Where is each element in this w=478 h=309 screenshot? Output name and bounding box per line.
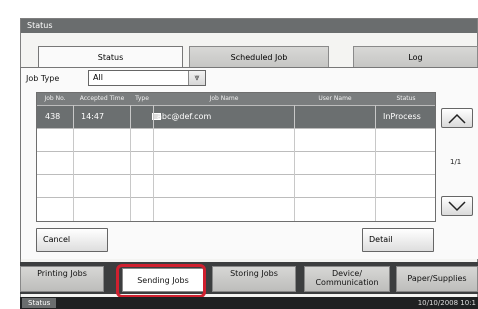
page-indicator: 1/1 (450, 158, 462, 166)
column-divider (294, 105, 295, 221)
date-time: 10/10/2008 10:1 (417, 299, 476, 307)
selection-highlight (116, 264, 206, 298)
job-type-value: All (93, 73, 103, 82)
scroll-up-button[interactable] (441, 108, 473, 128)
chevron-up-icon (448, 113, 466, 124)
detail-button[interactable]: Detail (362, 228, 434, 252)
table-header: Job No. Accepted Time Type Job Name User… (37, 93, 435, 105)
column-header-type: Type (135, 95, 149, 102)
tab-printing-jobs-label: Printing Jobs (37, 269, 87, 278)
scroll-down-button[interactable] (441, 196, 473, 216)
tab-strip: Status Scheduled Job Log (38, 46, 478, 68)
job-type-label: Job Type (26, 74, 60, 83)
column-divider (375, 105, 376, 221)
window-title: Status (21, 19, 477, 33)
job-type-select[interactable]: All ⩔ (88, 70, 206, 86)
tab-paper-supplies[interactable]: Paper/Supplies (396, 266, 478, 292)
cell-job-name: abc@def.com (157, 112, 212, 121)
tab-log[interactable]: Log (353, 46, 478, 68)
column-header-user-name: User Name (318, 95, 352, 102)
cancel-button[interactable]: Cancel (36, 228, 108, 252)
tab-paper-supplies-label: Paper/Supplies (407, 274, 467, 283)
job-table: Job No. Accepted Time Type Job Name User… (36, 92, 436, 222)
tab-device-label-line1: Device/ (331, 269, 363, 278)
tab-scheduled-job[interactable]: Scheduled Job (189, 46, 329, 68)
column-divider (73, 105, 74, 221)
column-header-status: Status (396, 95, 416, 102)
tab-storing-jobs[interactable]: Storing Jobs (212, 266, 296, 292)
column-header-job-no: Job No. (44, 95, 66, 102)
tab-storing-jobs-label: Storing Jobs (230, 269, 278, 278)
status-label: Status (22, 298, 57, 308)
cell-status: InProcess (383, 112, 421, 121)
tab-device-label-line2: Communication (315, 278, 379, 287)
cell-job-no: 438 (45, 112, 61, 121)
column-header-job-name: Job Name (209, 95, 239, 102)
chevron-down-icon (448, 201, 466, 212)
status-bar: Status 10/10/2008 10:1 (20, 297, 478, 309)
column-divider (130, 105, 131, 221)
tab-status[interactable]: Status (38, 46, 183, 68)
column-header-accepted-time: Accepted Time (79, 95, 125, 102)
cell-accepted-time: 14:47 (81, 112, 105, 121)
tab-printing-jobs[interactable]: Printing Jobs (20, 266, 104, 292)
scroll-controls: 1/1 (438, 92, 478, 222)
column-divider (153, 105, 154, 221)
tab-device-communication[interactable]: Device/ Communication (304, 266, 390, 292)
chevron-down-icon: ⩔ (188, 71, 205, 85)
